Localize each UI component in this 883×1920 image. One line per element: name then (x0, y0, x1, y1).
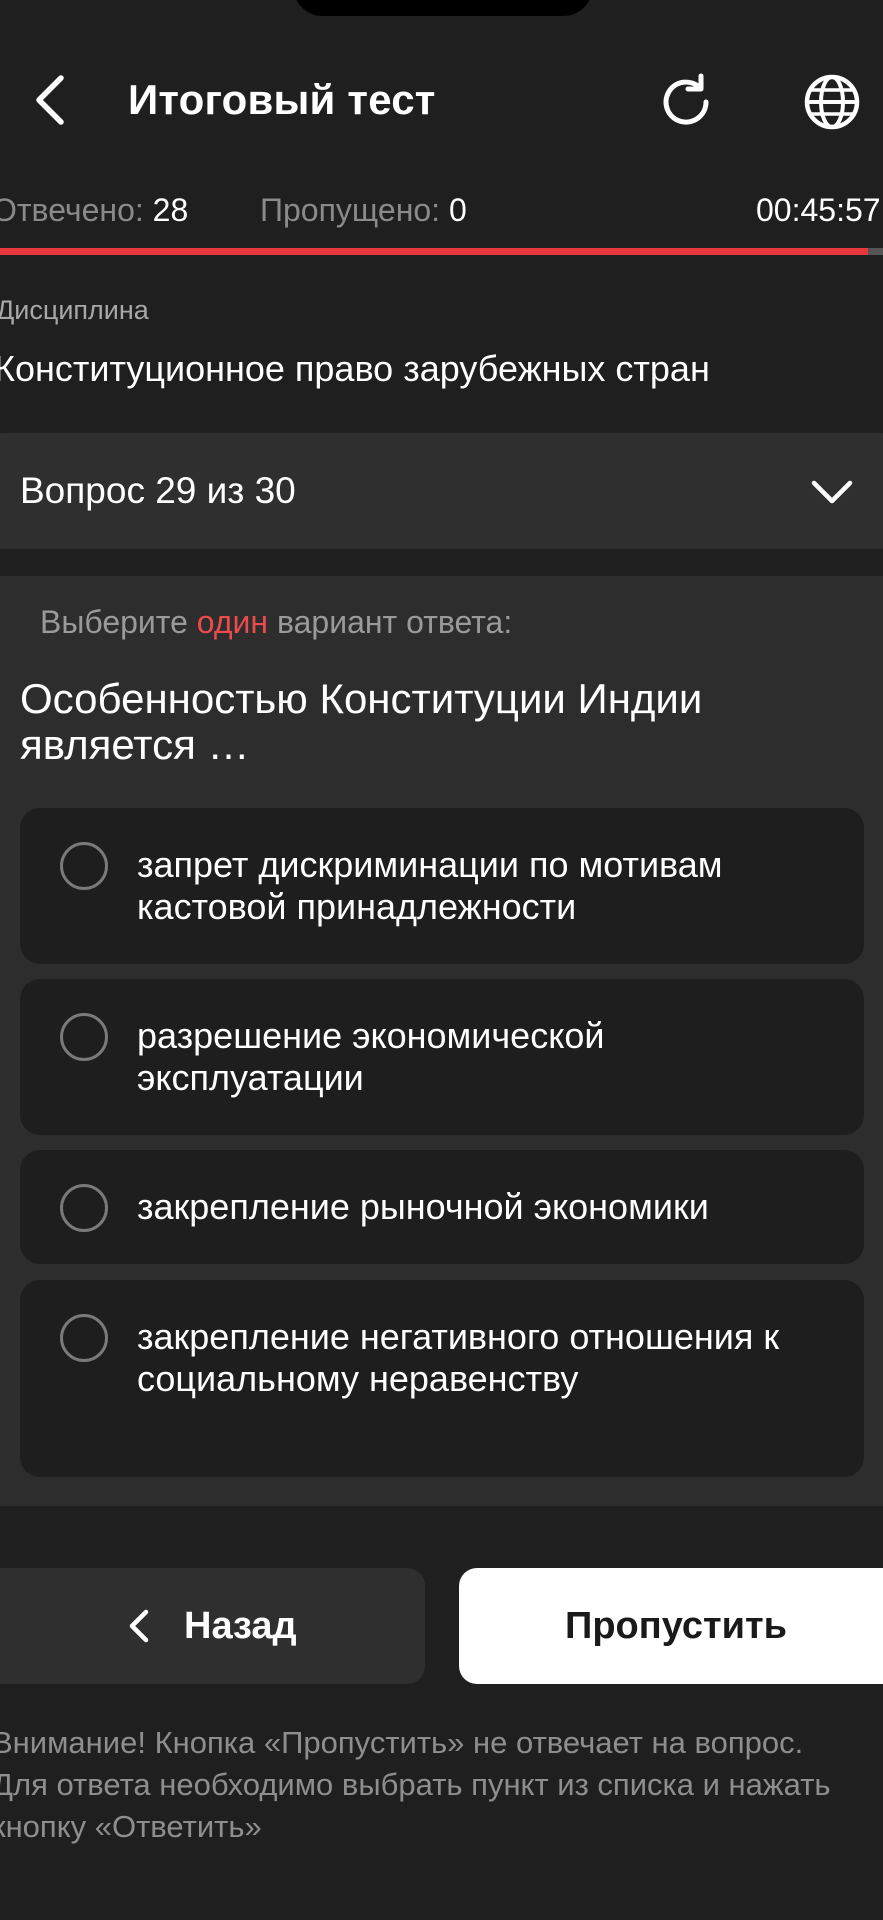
screen: Итоговый тест Отвечено: 28 Пропущено: 0 (0, 0, 883, 1920)
question-selector[interactable]: Вопрос 29 из 30 (0, 433, 883, 549)
chevron-left-icon (129, 1609, 149, 1643)
answer-option[interactable]: разрешение экономической эксплуатации (20, 979, 864, 1135)
instruction-suffix: вариант ответа: (268, 604, 513, 640)
chevron-left-icon (36, 75, 64, 125)
option-text: закрепление рыночной экономики (137, 1186, 709, 1227)
progress-fill (0, 248, 868, 255)
globe-icon (804, 74, 860, 130)
option-text: запрет дискриминации по мотивам кастовой… (137, 844, 723, 927)
refresh-icon (663, 73, 709, 125)
page-title: Итоговый тест (128, 76, 436, 123)
option-text: разрешение экономической эксплуатации (137, 1015, 605, 1098)
answer-option[interactable]: запрет дискриминации по мотивам кастовой… (20, 808, 864, 964)
radio-button[interactable] (60, 1184, 108, 1232)
progress-bar (0, 248, 883, 255)
skipped-label: Пропущено: (260, 192, 441, 228)
skip-label: Пропустить (565, 1605, 787, 1647)
chevron-down-icon (811, 480, 853, 504)
timer: 00:45:57 (756, 192, 881, 228)
answered-value: 28 (152, 192, 189, 228)
back-button[interactable] (22, 72, 78, 128)
header: Итоговый тест (0, 60, 883, 140)
answered-counter: Отвечено: 28 (0, 186, 188, 234)
skipped-value: 0 (448, 192, 467, 228)
answer-option[interactable]: закрепление рыночной экономики (20, 1150, 864, 1264)
refresh-button[interactable] (654, 70, 718, 134)
discipline-label: Дисциплина (0, 295, 149, 325)
answered-label: Отвечено: (0, 192, 144, 228)
radio-button[interactable] (60, 1314, 108, 1362)
question-number: Вопрос 29 из 30 (20, 470, 296, 511)
instruction-accent: один (196, 604, 269, 640)
skip-warning: Внимание! Кнопка «Пропустить» не отвечае… (0, 1725, 831, 1844)
skip-button[interactable]: Пропустить (459, 1568, 883, 1684)
discipline-name: Конституционное право зарубежных стран (0, 348, 710, 389)
radio-button[interactable] (60, 1013, 108, 1061)
back-nav-button[interactable]: Назад (0, 1568, 425, 1684)
answer-option[interactable]: закрепление негативного отношения к соци… (20, 1280, 864, 1477)
language-button[interactable] (800, 70, 864, 134)
answer-instruction: Выберите один вариант ответа: (40, 602, 512, 642)
skipped-counter: Пропущено: 0 (260, 186, 467, 234)
radio-button[interactable] (60, 842, 108, 890)
option-text: закрепление негативного отношения к соци… (137, 1316, 780, 1399)
back-nav-label: Назад (184, 1605, 297, 1647)
question-text: Особенностью Конституции Индии является … (20, 675, 703, 768)
camera-notch (293, 0, 593, 16)
instruction-prefix: Выберите (40, 604, 197, 640)
test-stats: Отвечено: 28 Пропущено: 0 00:45:57 (0, 186, 883, 234)
